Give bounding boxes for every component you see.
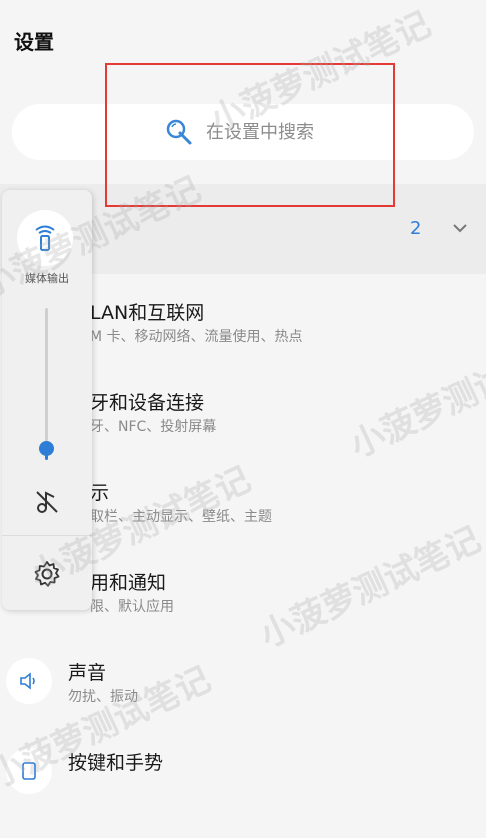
- settings-item-subtitle: 限、默认应用: [90, 599, 174, 615]
- settings-item-title: 牙和设备连接: [90, 392, 205, 414]
- settings-item-title: 声音: [68, 662, 107, 684]
- settings-item-subtitle: 取栏、主动显示、壁纸、主题: [90, 509, 272, 525]
- search-icon: [166, 119, 192, 145]
- gear-icon[interactable]: [33, 560, 61, 588]
- gesture-icon: [22, 762, 36, 780]
- page-title: 设置: [14, 30, 54, 54]
- media-output-label: 媒体输出: [25, 272, 69, 285]
- volume-slider-handle[interactable]: [39, 440, 54, 456]
- volume-panel: 媒体输出: [2, 190, 92, 610]
- music-mute-icon[interactable]: [33, 488, 61, 516]
- search-input[interactable]: [204, 120, 358, 144]
- media-output-icon: [35, 225, 55, 251]
- settings-item-sound[interactable]: 声音 勿扰、振动: [0, 658, 486, 748]
- search-bar[interactable]: [12, 104, 474, 160]
- settings-item-title: 示: [90, 482, 110, 504]
- settings-item-subtitle: M 卡、移动网络、流量使用、热点: [90, 329, 303, 345]
- settings-item-subtitle: 牙、NFC、投射屏幕: [90, 419, 217, 435]
- panel-divider: [2, 535, 92, 536]
- settings-item-title: 按键和手势: [68, 752, 164, 774]
- notification-count: 2: [410, 218, 422, 239]
- sound-icon-wrap: [6, 658, 52, 704]
- media-output-button[interactable]: [17, 210, 73, 266]
- speaker-icon: [20, 672, 35, 690]
- settings-item-title: LAN和互联网: [90, 302, 205, 324]
- settings-item-title: 用和通知: [90, 572, 167, 594]
- volume-slider-track[interactable]: [45, 308, 48, 460]
- buttons-icon-wrap: [6, 748, 52, 794]
- chevron-down-icon[interactable]: [452, 220, 468, 236]
- settings-item-subtitle: 勿扰、振动: [68, 689, 138, 705]
- settings-item-buttons[interactable]: 按键和手势: [0, 748, 486, 838]
